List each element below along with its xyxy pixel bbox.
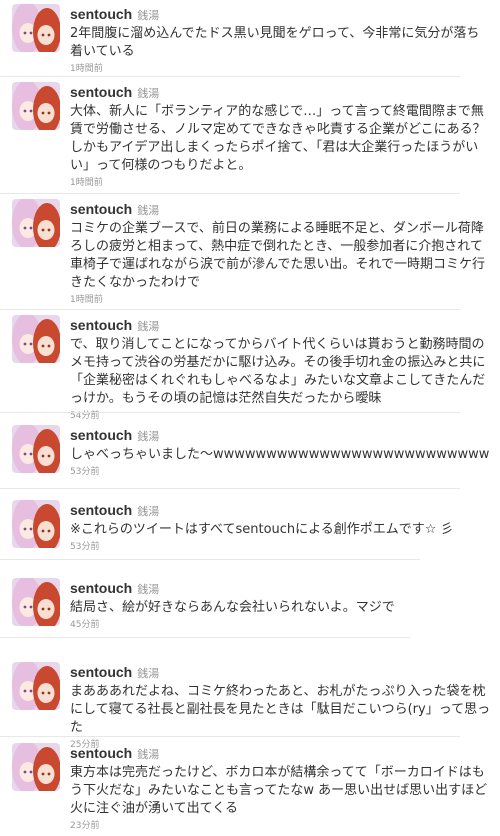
- tweet-text: コミケの企業ブースで、前日の業務による睡眠不足と、ダンボール荷降ろしの疲労と相ま…: [70, 221, 485, 290]
- tweet-text: ※これらのツイートはすべてsentouchによる創作ポエムです☆ 彡: [70, 522, 454, 537]
- tweet-timestamp[interactable]: 1時間前: [70, 63, 492, 76]
- full-name: 銭湯: [137, 430, 160, 443]
- avatar[interactable]: [12, 578, 60, 626]
- username-link[interactable]: sentouch: [70, 6, 132, 22]
- full-name: 銭湯: [137, 748, 160, 761]
- full-name: 銭湯: [137, 320, 160, 333]
- username-link[interactable]: sentouch: [70, 427, 132, 443]
- tweet-timestamp[interactable]: 23分前: [70, 820, 492, 833]
- tweet-divider: [0, 559, 420, 560]
- username-link[interactable]: sentouch: [70, 84, 132, 100]
- tweet-divider: [0, 412, 460, 413]
- username-link[interactable]: sentouch: [70, 580, 132, 596]
- tweet-divider: [0, 488, 460, 489]
- avatar[interactable]: [12, 199, 60, 247]
- tweet-text: まあああれだよね、コミケ終わったあと、お札がたっぷり入った袋を枕にして寝てる社長…: [70, 684, 491, 735]
- tweet-divider: [0, 76, 460, 77]
- username-link[interactable]: sentouch: [70, 664, 132, 680]
- avatar[interactable]: [12, 315, 60, 363]
- tweet-divider: [0, 193, 460, 194]
- full-name: 銭湯: [137, 204, 160, 217]
- tweet-timeline: sentouch 銭湯 2年間腹に溜め込んでたドス黒い見聞をゲロって、今非常に気分…: [0, 0, 500, 836]
- tweet-text: 2年間腹に溜め込んでたドス黒い見聞をゲロって、今非常に気分が落ち着いている: [70, 26, 480, 59]
- avatar[interactable]: [12, 743, 60, 791]
- full-name: 銭湯: [137, 583, 160, 596]
- tweet-timestamp[interactable]: 1時間前: [70, 294, 492, 307]
- avatar[interactable]: [12, 662, 60, 710]
- tweet-text: 東方本は完売だったけど、ボカロ本が結構余ってて「ボーカロイドはもう下火だな」みた…: [70, 765, 488, 816]
- username-link[interactable]: sentouch: [70, 502, 132, 518]
- tweet-timestamp[interactable]: 53分前: [70, 466, 492, 479]
- tweet-timestamp[interactable]: 1時間前: [70, 177, 492, 190]
- full-name: 銭湯: [137, 9, 160, 22]
- avatar[interactable]: [12, 425, 60, 473]
- username-link[interactable]: sentouch: [70, 201, 132, 217]
- full-name: 銭湯: [137, 667, 160, 680]
- tweet-text: しゃべっちゃいました〜wwwwwwwwwwwwwwwwwwwwwwwwww: [70, 447, 490, 462]
- tweet-timestamp[interactable]: 53分前: [70, 541, 492, 554]
- avatar[interactable]: [12, 82, 60, 130]
- full-name: 銭湯: [137, 505, 160, 518]
- tweet-timestamp[interactable]: 45分前: [70, 619, 492, 632]
- username-link[interactable]: sentouch: [70, 317, 132, 333]
- username-link[interactable]: sentouch: [70, 745, 132, 761]
- tweet-divider: [0, 736, 460, 737]
- avatar[interactable]: [12, 500, 60, 548]
- tweet-text: で、取り消してことになってからバイト代くらいは貰おうと勤務時間のメモ持って渋谷の…: [70, 337, 486, 406]
- tweet-divider: [0, 309, 460, 310]
- tweet-text: 結局さ、絵が好きならあんな会社いられないよ。マジで: [70, 600, 395, 615]
- tweet-divider: [0, 637, 410, 638]
- tweet-text: 大体、新人に「ボランティア的な感じで…」って言って終電間際まで無賃で労働させる、…: [70, 104, 486, 173]
- full-name: 銭湯: [137, 87, 160, 100]
- avatar[interactable]: [12, 4, 60, 52]
